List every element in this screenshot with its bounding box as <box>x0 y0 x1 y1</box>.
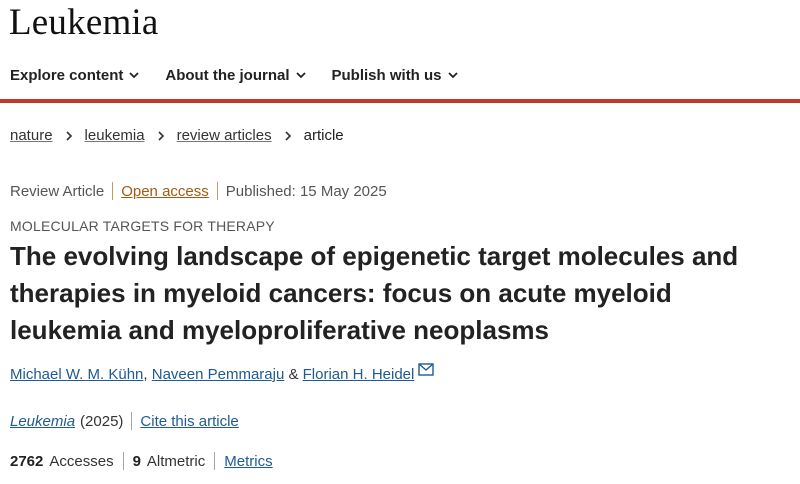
breadcrumb-leukemia[interactable]: leukemia <box>85 127 145 144</box>
nav-about-journal[interactable]: About the journal <box>165 66 306 84</box>
author-list: Michael W. M. Kühn , Naveen Pemmaraju & … <box>10 363 435 383</box>
citation-divider <box>131 412 133 430</box>
article-title: The evolving landscape of epigenetic tar… <box>10 241 739 345</box>
article-type: Review Article <box>10 182 105 200</box>
author-link[interactable]: Naveen Pemmaraju <box>152 366 285 383</box>
meta-divider <box>112 182 114 200</box>
author-separator: & <box>284 366 303 383</box>
nav-item-label: Explore content <box>10 66 124 84</box>
nav-item-label: About the journal <box>165 66 290 84</box>
header-divider <box>0 99 800 103</box>
metrics-divider <box>214 452 216 470</box>
article-meta: Review Article Open access Published: 15… <box>10 182 387 200</box>
journal-link[interactable]: Leukemia <box>10 413 75 430</box>
accesses-count: 2762 <box>10 452 44 470</box>
breadcrumb: nature leukemia review articles article <box>10 127 344 144</box>
meta-divider <box>216 182 218 200</box>
chevron-down-icon <box>447 72 458 79</box>
author-link[interactable]: Florian H. Heidel <box>303 366 415 383</box>
cite-article-link[interactable]: Cite this article <box>140 413 238 430</box>
open-access-link[interactable]: Open access <box>121 183 209 200</box>
breadcrumb-nature[interactable]: nature <box>10 127 53 144</box>
author-separator: , <box>143 366 152 383</box>
chevron-down-icon <box>295 72 306 79</box>
nav-explore-content[interactable]: Explore content <box>10 67 139 84</box>
metrics-bar: 2762 Accesses 9 Altmetric Metrics <box>10 452 273 470</box>
altmetric-count: 9 <box>132 452 141 470</box>
citation-line: Leukemia (2025) Cite this article <box>10 412 239 430</box>
published-date: Published: 15 May 2025 <box>225 182 387 200</box>
article-subject[interactable]: MOLECULAR TARGETS FOR THERAPY <box>10 218 275 234</box>
author-link[interactable]: Michael W. M. Kühn <box>10 366 143 383</box>
publication-year: (2025) <box>80 412 124 430</box>
nav-publish-with-us[interactable]: Publish with us <box>332 67 458 84</box>
chevron-down-icon <box>129 72 139 79</box>
nav-item-label: Publish with us <box>331 66 442 84</box>
main-nav: Explore content About the journal Publis… <box>0 52 800 98</box>
metrics-link[interactable]: Metrics <box>224 453 272 470</box>
breadcrumb-review-articles[interactable]: review articles <box>177 127 272 144</box>
chevron-right-icon <box>285 130 291 141</box>
chevron-right-icon <box>65 130 72 141</box>
chevron-right-icon <box>158 130 164 141</box>
metrics-divider <box>122 452 124 470</box>
accesses-label: Accesses <box>49 452 114 470</box>
mail-icon[interactable] <box>418 363 435 376</box>
journal-logo[interactable]: Leukemia <box>9 1 159 44</box>
altmetric-label: Altmetric <box>146 452 206 470</box>
breadcrumb-current: article <box>303 127 344 144</box>
